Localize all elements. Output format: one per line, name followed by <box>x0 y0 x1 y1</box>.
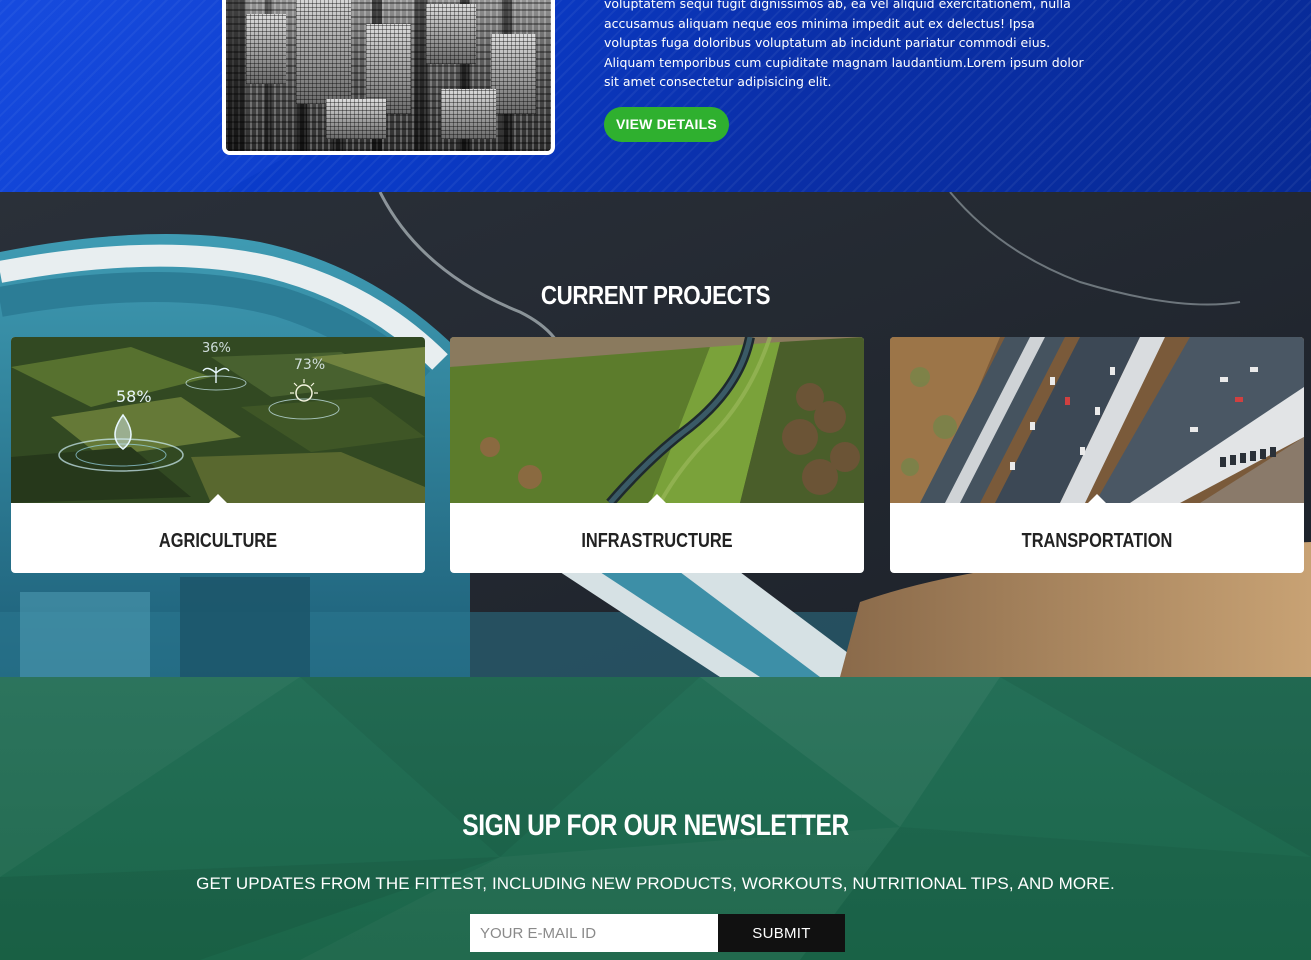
agriculture-overlay-36: 36% <box>202 341 231 356</box>
newsletter-section: SIGN UP FOR OUR NEWSLETTER GET UPDATES F… <box>0 677 1311 960</box>
project-card-transportation[interactable]: TRANSPORTATION <box>890 337 1304 573</box>
view-details-button[interactable]: VIEW DETAILS <box>604 107 729 142</box>
project-card-agriculture[interactable]: 58% 36% 73% AGRICULTURE <box>11 337 425 573</box>
about-section: voluptatem sequi fugit dignissimos ab, e… <box>0 0 1311 192</box>
card-label-transportation: TRANSPORTATION <box>1021 530 1173 552</box>
current-projects-section: CURRENT PROJECTS 58% 36% 73% AGRICULTURE… <box>0 192 1311 677</box>
project-card-infrastructure[interactable]: INFRASTRUCTURE <box>450 337 864 573</box>
newsletter-subtitle: GET UPDATES FROM THE FITTEST, INCLUDING … <box>196 874 1115 893</box>
agriculture-image: 58% 36% 73% <box>11 337 425 503</box>
about-city-photo <box>222 0 555 155</box>
card-label-infrastructure: INFRASTRUCTURE <box>581 530 733 552</box>
newsletter-title: SIGN UP FOR OUR NEWSLETTER <box>462 809 849 842</box>
agriculture-overlay-58: 58% <box>116 387 152 406</box>
email-input[interactable] <box>470 914 718 952</box>
agriculture-overlay-73: 73% <box>294 357 325 373</box>
card-label-agriculture: AGRICULTURE <box>158 530 278 552</box>
about-description: voluptatem sequi fugit dignissimos ab, e… <box>604 0 1084 89</box>
newsletter-form: SUBMIT <box>470 914 845 952</box>
infrastructure-image <box>450 337 864 503</box>
projects-title: CURRENT PROJECTS <box>540 280 771 310</box>
submit-button[interactable]: SUBMIT <box>718 914 845 952</box>
transportation-image <box>890 337 1304 503</box>
